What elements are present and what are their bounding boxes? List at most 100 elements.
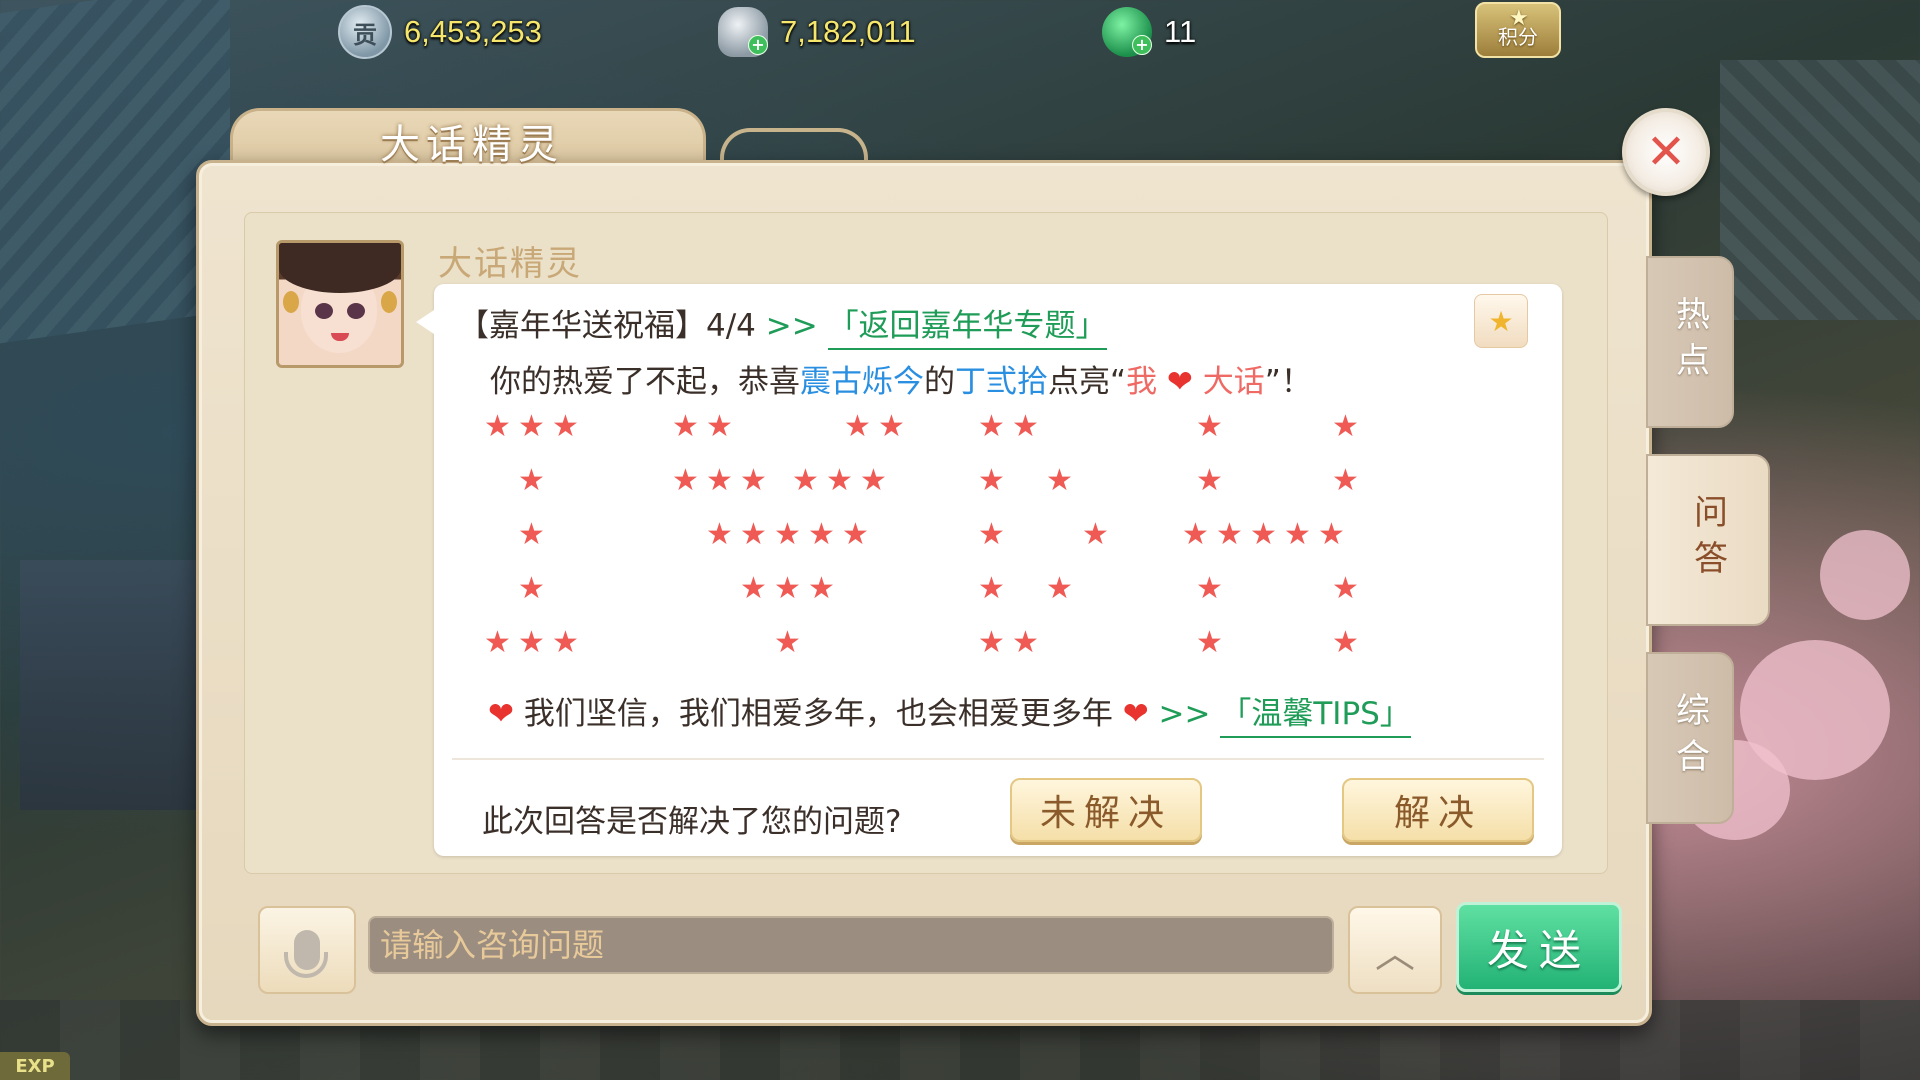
resolved-button[interactable]: 解决	[1342, 778, 1534, 842]
add-jade-icon[interactable]: +	[1132, 35, 1152, 55]
star-glyph: ★	[518, 571, 545, 606]
star-glyph: ★	[518, 409, 545, 444]
star-glyph: ★	[978, 463, 1005, 498]
silver-ingot-icon: +	[718, 7, 768, 57]
star-glyph: ★	[842, 517, 869, 552]
avatar-ornament	[283, 291, 299, 313]
star-glyph: ★	[860, 463, 887, 498]
star-glyph: ★	[518, 517, 545, 552]
star-glyph: ★	[1196, 571, 1223, 606]
score-badge-button[interactable]: ★ 积分	[1475, 2, 1561, 58]
send-button[interactable]: 发送	[1456, 902, 1622, 992]
star-glyph: ★	[552, 625, 579, 660]
star-glyph: ★	[1250, 517, 1277, 552]
star-glyph: ★	[1196, 625, 1223, 660]
currency-bar: 贡 6,453,253 + 7,182,011 + 11 ★ 积分	[330, 0, 1580, 64]
tab-hot[interactable]: 热点	[1646, 256, 1734, 428]
contribution-currency[interactable]: 贡 6,453,253	[338, 5, 542, 59]
expand-button[interactable]: ︿	[1348, 906, 1442, 994]
star-glyph: ★	[1046, 571, 1073, 606]
star-glyph: ★	[1318, 517, 1345, 552]
star-glyph: ★	[672, 463, 699, 498]
star-glyph: ★	[844, 409, 871, 444]
star-art: ★ ★ ★ ★ ★ ★ ★ ★ ★ ★ ★ ★ ★ ★ ★ ★ ★ ★ ★ ★ ★ ★ ★ ★ ★ ★ ★ ★ ★ ★ ★ ★ ★ ★ ★ ★ ★ ★ ★ ★…	[434, 284, 1562, 856]
footer-arrow: >>	[1148, 696, 1221, 732]
star-glyph: ★	[740, 517, 767, 552]
avatar-eye	[315, 303, 333, 319]
star-glyph: ★	[484, 409, 511, 444]
question-input[interactable]	[368, 916, 1334, 974]
gong-coin-icon: 贡	[338, 5, 392, 59]
star-glyph: ★	[1332, 571, 1359, 606]
star-glyph: ★	[518, 625, 545, 660]
star-glyph: ★	[1012, 625, 1039, 660]
blossom-tree	[1820, 530, 1910, 620]
star-glyph: ★	[978, 409, 1005, 444]
star-glyph: ★	[1332, 625, 1359, 660]
star-glyph: ★	[1012, 409, 1039, 444]
tab-qa-label: 问答	[1687, 494, 1728, 586]
tab-qa[interactable]: 问答	[1646, 454, 1770, 626]
avatar-eye	[347, 303, 365, 319]
divider	[452, 758, 1544, 760]
star-icon: ★	[1509, 6, 1529, 31]
star-glyph: ★	[878, 409, 905, 444]
jade-icon: +	[1102, 7, 1152, 57]
star-glyph: ★	[808, 517, 835, 552]
silver-currency[interactable]: + 7,182,011	[718, 6, 916, 58]
star-glyph: ★	[978, 625, 1005, 660]
message-text: 我们坚信，我们相爱多年，也会相爱更多年	[523, 696, 1113, 732]
star-glyph: ★	[706, 517, 733, 552]
star-glyph: ★	[1046, 463, 1073, 498]
star-glyph: ★	[1332, 409, 1359, 444]
star-glyph: ★	[774, 571, 801, 606]
background-roof-right	[1720, 60, 1920, 320]
star-glyph: ★	[484, 625, 511, 660]
star-glyph: ★	[792, 463, 819, 498]
star-glyph: ★	[1082, 517, 1109, 552]
chevron-up-icon: ︿	[1375, 931, 1415, 977]
star-glyph: ★	[978, 571, 1005, 606]
warm-tips-link[interactable]: 「温馨TIPS」	[1220, 696, 1411, 738]
tab-hot-label: 热点	[1669, 296, 1710, 388]
star-glyph: ★	[552, 409, 579, 444]
add-silver-icon[interactable]: +	[748, 35, 768, 55]
star-glyph: ★	[774, 625, 801, 660]
tab-general[interactable]: 综合	[1646, 652, 1734, 824]
contribution-value: 6,453,253	[404, 14, 542, 49]
silver-value: 7,182,011	[780, 14, 916, 49]
star-glyph: ★	[774, 517, 801, 552]
star-glyph: ★	[740, 463, 767, 498]
star-glyph: ★	[740, 571, 767, 606]
unresolved-button[interactable]: 未解决	[1010, 778, 1202, 842]
star-glyph: ★	[706, 463, 733, 498]
message-footer: ❤ 我们坚信，我们相爱多年，也会相爱更多年 ❤ >> 「温馨TIPS」	[488, 688, 1411, 738]
star-glyph: ★	[672, 409, 699, 444]
jade-value: 11	[1164, 14, 1197, 49]
avatar-hair	[279, 243, 401, 293]
microphone-icon	[284, 930, 328, 978]
star-glyph: ★	[1332, 463, 1359, 498]
avatar-ornament	[381, 291, 397, 313]
star-glyph: ★	[826, 463, 853, 498]
jade-currency[interactable]: + 11	[1102, 6, 1196, 58]
star-glyph: ★	[706, 409, 733, 444]
background-stall	[20, 560, 220, 810]
heart-icon: ❤	[488, 696, 514, 732]
dialog-title: 大话精灵	[380, 122, 564, 168]
message-bubble: 【嘉年华送祝福】4/4 >> 「返回嘉年华专题」 ★ 你的热爱了不起，恭喜震古烁…	[416, 284, 1562, 856]
star-glyph: ★	[518, 463, 545, 498]
sender-name: 大话精灵	[438, 244, 582, 284]
star-glyph: ★	[1196, 409, 1223, 444]
close-button[interactable]: ✕	[1622, 108, 1710, 196]
star-glyph: ★	[1284, 517, 1311, 552]
heart-icon: ❤	[1122, 696, 1149, 732]
star-glyph: ★	[808, 571, 835, 606]
tab-general-label: 综合	[1669, 692, 1710, 784]
exp-bar-label: EXP	[0, 1052, 70, 1080]
voice-input-button[interactable]	[258, 906, 356, 994]
close-icon: ✕	[1645, 124, 1687, 180]
avatar	[276, 240, 404, 368]
star-glyph: ★	[978, 517, 1005, 552]
star-glyph: ★	[1182, 517, 1209, 552]
